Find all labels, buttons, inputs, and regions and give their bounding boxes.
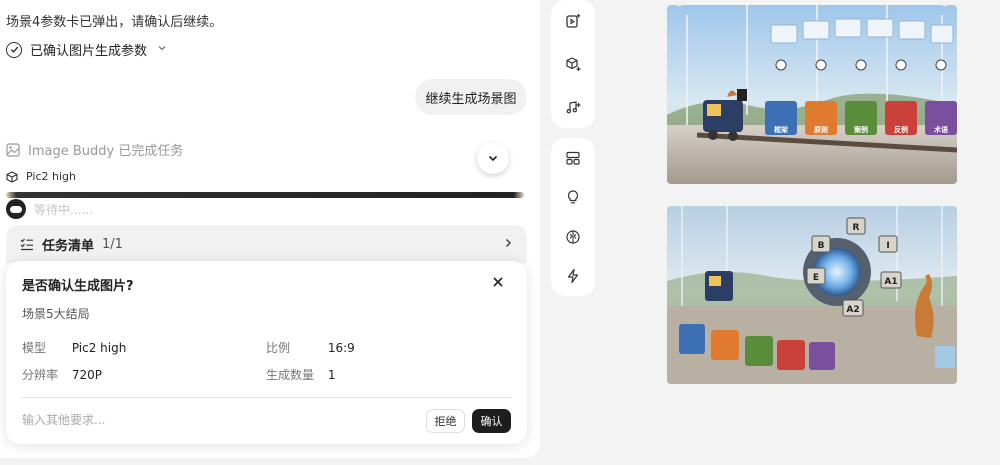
chevron-down-icon [157, 43, 167, 56]
block-letter: I [886, 241, 889, 251]
field-label: 模型 [22, 341, 47, 355]
field-label: 生成数量 [266, 368, 315, 382]
bot-avatar [6, 199, 26, 219]
confirm-button[interactable]: 确认 [472, 409, 511, 433]
block-letter: B [818, 241, 825, 251]
chevron-right-icon [503, 236, 513, 252]
car-tag: 原则 [814, 125, 828, 134]
task-list-count: 1/1 [102, 236, 123, 252]
scene-train-image: 框架 原则 案例 反例 术语 [667, 5, 957, 184]
cube-icon [6, 170, 18, 183]
tool-rail-top [551, 0, 595, 128]
image-icon [6, 142, 20, 157]
task-complete-text: Image Buddy 已完成任务 [28, 144, 184, 159]
field-value: 1 [327, 368, 336, 382]
block-letter: A1 [884, 277, 897, 287]
block-letter: E [813, 273, 819, 283]
divider [22, 397, 512, 398]
car-tag: 框架 [774, 125, 788, 134]
tool-rail-bottom [551, 138, 595, 296]
lightning-icon[interactable] [561, 264, 585, 288]
waiting-status: 等待中...... [6, 199, 93, 219]
model-line: Pic2 high [6, 170, 76, 183]
lightbulb-icon[interactable] [561, 185, 585, 209]
confirm-params-toggle[interactable]: 已确认图片生成参数 [6, 40, 167, 59]
car-tag: 案例 [854, 125, 868, 134]
scene-portal-image: R B I E A1 A2 [667, 206, 957, 384]
generated-image-2[interactable]: R B I E A1 A2 [667, 206, 957, 384]
task-complete-status: Image Buddy 已完成任务 [6, 140, 183, 159]
reject-button[interactable]: 拒绝 [426, 409, 465, 433]
close-icon[interactable] [492, 275, 504, 291]
extra-requirements-input[interactable] [22, 409, 412, 431]
task-list-bar[interactable]: 任务清单 1/1 [6, 225, 527, 263]
field-resolution: 分辨率 720P [22, 366, 102, 383]
checklist-icon [20, 238, 33, 251]
assistant-message: 场景4参数卡已弹出，请确认后继续。 [6, 15, 223, 30]
image-preview-strip [6, 192, 524, 198]
generated-image-1[interactable]: 框架 原则 案例 反例 术语 [667, 5, 957, 184]
waiting-text: 等待中...... [34, 202, 93, 217]
car-tag: 术语 [933, 125, 948, 134]
dialog-title: 是否确认生成图片? [22, 279, 134, 294]
music-add-icon[interactable] [561, 95, 585, 119]
brain-icon[interactable] [561, 225, 585, 249]
car-tag: 反例 [894, 125, 908, 134]
block-letter: A2 [846, 305, 859, 315]
field-count: 生成数量 1 [266, 366, 335, 383]
video-add-icon[interactable] [561, 9, 585, 33]
check-circle-icon [6, 41, 22, 58]
task-list-title: 任务清单 [42, 238, 95, 254]
confirm-generate-dialog: 是否确认生成图片? 场景5大结局 模型 Pic2 high 比例 16:9 分辨… [6, 261, 527, 444]
field-value: 720P [71, 368, 102, 382]
layout-icon[interactable] [561, 146, 585, 170]
cube-add-icon[interactable] [561, 52, 585, 76]
field-value: Pic2 high [71, 341, 127, 355]
field-label: 比例 [266, 341, 291, 355]
dialog-scene-name: 场景5大结局 [22, 307, 90, 321]
scroll-down-button[interactable] [477, 142, 509, 174]
block-letter: R [853, 223, 860, 233]
chevron-down-icon [488, 155, 498, 162]
user-message: 继续生成场景图 [415, 79, 527, 115]
field-value: 16:9 [327, 341, 355, 355]
confirm-params-label: 已确认图片生成参数 [30, 44, 148, 59]
chat-panel: 场景4参数卡已弹出，请确认后继续。 已确认图片生成参数 继续生成场景图 Imag… [0, 0, 540, 458]
model-name: Pic2 high [26, 170, 76, 183]
field-model: 模型 Pic2 high [22, 339, 126, 356]
locomotive [705, 271, 733, 301]
field-ratio: 比例 16:9 [266, 339, 355, 356]
field-label: 分辨率 [22, 368, 59, 382]
